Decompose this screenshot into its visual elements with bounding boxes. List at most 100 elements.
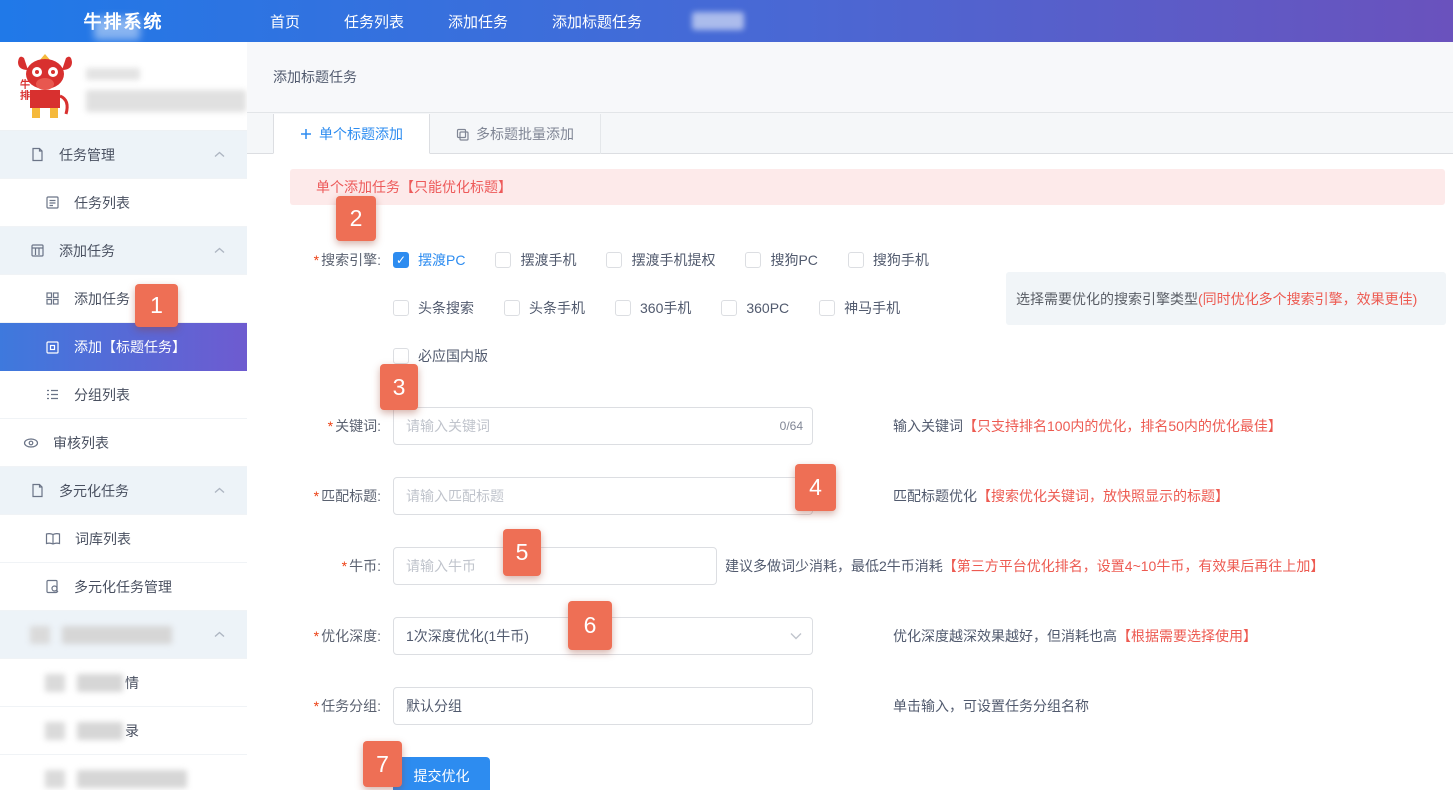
checkbox-icon bbox=[393, 348, 409, 364]
niu-coin-input[interactable] bbox=[393, 547, 717, 585]
window-grid-icon bbox=[30, 243, 45, 258]
field-label: *任务分组: bbox=[290, 696, 393, 716]
checkbox-sogou-mobile[interactable]: 搜狗手机 bbox=[848, 250, 929, 270]
content-card: 单个标题添加 多标题批量添加 单个添加任务【只能优化标题】 *搜索引擎: bbox=[247, 114, 1453, 790]
tab-label: 多标题批量添加 bbox=[476, 124, 574, 144]
sidebar: 牛 排 任务管理 任务列表 添加任务 bbox=[0, 42, 247, 790]
form-row-depth: *优化深度: 1次深度优化(1牛币) 优化深度越深效果越好，但消耗也高【根据需要… bbox=[290, 617, 1453, 655]
depth-note: 优化深度越深效果越好，但消耗也高【根据需要选择使用】 bbox=[893, 626, 1257, 646]
step-badge-5: 5 bbox=[503, 529, 541, 576]
plus-icon bbox=[300, 128, 312, 140]
form-row-submit: 提交优化 bbox=[290, 757, 1453, 790]
list-box-icon bbox=[45, 195, 60, 210]
tab-strip: 单个标题添加 多标题批量添加 bbox=[247, 114, 1453, 154]
task-group-input[interactable] bbox=[393, 687, 813, 725]
tab-content: 单个添加任务【只能优化标题】 *搜索引擎: ✓摆渡PC 摆渡手机 摆渡手机提权 … bbox=[247, 154, 1453, 790]
engine-row-1: ✓摆渡PC 摆渡手机 摆渡手机提权 搜狗PC 搜狗手机 bbox=[393, 236, 959, 284]
doc-search-icon bbox=[45, 579, 60, 594]
engine-row-3: 必应国内版 bbox=[393, 332, 959, 380]
redacted-label bbox=[77, 674, 123, 692]
sidebar-item-redacted-2[interactable]: 录 bbox=[0, 707, 247, 755]
book-icon bbox=[45, 532, 61, 546]
sidebar-item-group-list[interactable]: 分组列表 bbox=[0, 371, 247, 419]
redacted-label bbox=[62, 626, 172, 644]
sidebar-group-label: 添加任务 bbox=[59, 241, 115, 261]
sidebar-item-label: 任务列表 bbox=[74, 193, 130, 213]
engine-tip-box: 选择需要优化的搜索引擎类型(同时优化多个搜索引擎，效果更佳) bbox=[1006, 272, 1446, 325]
required-asterisk: * bbox=[314, 628, 319, 644]
app-window: 牛排系统 首页 任务列表 添加任务 添加标题任务 bbox=[0, 0, 1453, 790]
checkbox-baidu-mobile-boost[interactable]: 摆渡手机提权 bbox=[606, 250, 715, 270]
step-badge-1: 1 bbox=[135, 284, 178, 327]
breadcrumb-text: 添加标题任务 bbox=[273, 67, 357, 87]
sidebar-item-task-list[interactable]: 任务列表 bbox=[0, 179, 247, 227]
checkbox-360-mobile[interactable]: 360手机 bbox=[615, 298, 691, 318]
required-asterisk: * bbox=[328, 418, 333, 434]
sidebar-group-task-management[interactable]: 任务管理 bbox=[0, 131, 247, 179]
nav-item-home[interactable]: 首页 bbox=[270, 11, 300, 32]
sidebar-item-redacted-3[interactable] bbox=[0, 755, 247, 790]
engine-row-2: 头条搜索 头条手机 360手机 360PC 神马手机 bbox=[393, 284, 959, 332]
match-title-input[interactable] bbox=[393, 477, 813, 515]
main-area: 添加标题任务 单个标题添加 多标题批量添加 bbox=[247, 42, 1453, 790]
checkbox-toutiao-mobile[interactable]: 头条手机 bbox=[504, 298, 585, 318]
svg-text:排: 排 bbox=[20, 89, 30, 102]
checkbox-baidu-pc[interactable]: ✓摆渡PC bbox=[393, 250, 465, 270]
nav-item-task-list[interactable]: 任务列表 bbox=[344, 11, 404, 32]
niu-coin-note: 建议多做词少消耗，最低2牛币消耗【第三方平台优化排名，设置4~10牛币，有效果后… bbox=[725, 556, 1324, 576]
redacted-label bbox=[77, 722, 123, 740]
checkbox-icon bbox=[606, 252, 622, 268]
sidebar-group-label: 任务管理 bbox=[59, 145, 115, 165]
sidebar-item-add-title-task[interactable]: 添加【标题任务】 bbox=[0, 323, 247, 371]
bull-mascot-avatar: 牛 排 bbox=[16, 52, 74, 120]
list-ul-icon bbox=[45, 387, 60, 402]
checkbox-icon bbox=[819, 300, 835, 316]
redacted-icon bbox=[45, 674, 65, 692]
breadcrumb: 添加标题任务 bbox=[247, 42, 1453, 113]
char-counter: 0/64 bbox=[780, 419, 803, 433]
checkbox-baidu-mobile[interactable]: 摆渡手机 bbox=[495, 250, 576, 270]
form-row-niu-coin: *牛币: 建议多做词少消耗，最低2牛币消耗【第三方平台优化排名，设置4~10牛币… bbox=[290, 547, 1453, 585]
logo-blur-overlay bbox=[94, 17, 140, 40]
tab-label: 单个标题添加 bbox=[319, 124, 403, 144]
sidebar-item-add-task[interactable]: 添加任务 bbox=[0, 275, 247, 323]
chevron-up-icon bbox=[214, 487, 225, 494]
sidebar-item-label: 词库列表 bbox=[75, 529, 131, 549]
sidebar-group-add-task[interactable]: 添加任务 bbox=[0, 227, 247, 275]
sidebar-item-label: 添加任务 bbox=[74, 289, 130, 309]
submit-optimization-button[interactable]: 提交优化 bbox=[393, 757, 490, 790]
tab-single-title-add[interactable]: 单个标题添加 bbox=[273, 114, 430, 154]
field-label: *关键词: bbox=[290, 416, 393, 436]
top-navbar: 牛排系统 首页 任务列表 添加任务 添加标题任务 bbox=[0, 0, 1453, 42]
chevron-down-icon bbox=[790, 632, 802, 640]
sidebar-item-review-list[interactable]: 审核列表 bbox=[0, 419, 247, 467]
top-nav-menu: 首页 任务列表 添加任务 添加标题任务 bbox=[270, 11, 744, 32]
checkbox-icon bbox=[848, 252, 864, 268]
checkbox-sogou-pc[interactable]: 搜狗PC bbox=[745, 250, 817, 270]
sidebar-item-redacted-1[interactable]: 情 bbox=[0, 659, 247, 707]
sidebar-group-label: 多元化任务 bbox=[59, 481, 129, 501]
checkbox-toutiao-search[interactable]: 头条搜索 bbox=[393, 298, 474, 318]
sidebar-group-redacted[interactable] bbox=[0, 611, 247, 659]
nav-item-add-title-task[interactable]: 添加标题任务 bbox=[552, 11, 642, 32]
required-asterisk: * bbox=[314, 488, 319, 504]
step-badge-6: 6 bbox=[568, 601, 612, 650]
checkbox-360-pc[interactable]: 360PC bbox=[721, 300, 789, 316]
sidebar-item-word-library[interactable]: 词库列表 bbox=[0, 515, 247, 563]
file-icon bbox=[30, 147, 45, 162]
checkbox-bing-domestic[interactable]: 必应国内版 bbox=[393, 346, 488, 366]
username-redacted-line2 bbox=[86, 90, 246, 112]
form-row-match-title: *匹配标题: 匹配标题优化【搜索优化关键词，放快照显示的标题】 bbox=[290, 477, 1453, 515]
tab-multi-title-batch-add[interactable]: 多标题批量添加 bbox=[430, 114, 601, 154]
keyword-input[interactable] bbox=[393, 407, 813, 445]
sidebar-item-diversified-task-management[interactable]: 多元化任务管理 bbox=[0, 563, 247, 611]
field-label: *牛币: bbox=[290, 556, 393, 576]
chevron-up-icon bbox=[214, 247, 225, 254]
checkbox-icon bbox=[721, 300, 737, 316]
alert-text: 单个添加任务【只能优化标题】 bbox=[316, 177, 512, 197]
nav-item-redacted[interactable] bbox=[692, 12, 744, 30]
sidebar-group-diversified-tasks[interactable]: 多元化任务 bbox=[0, 467, 247, 515]
checkbox-shenma-mobile[interactable]: 神马手机 bbox=[819, 298, 900, 318]
nav-item-add-task[interactable]: 添加任务 bbox=[448, 11, 508, 32]
checkbox-icon bbox=[393, 300, 409, 316]
